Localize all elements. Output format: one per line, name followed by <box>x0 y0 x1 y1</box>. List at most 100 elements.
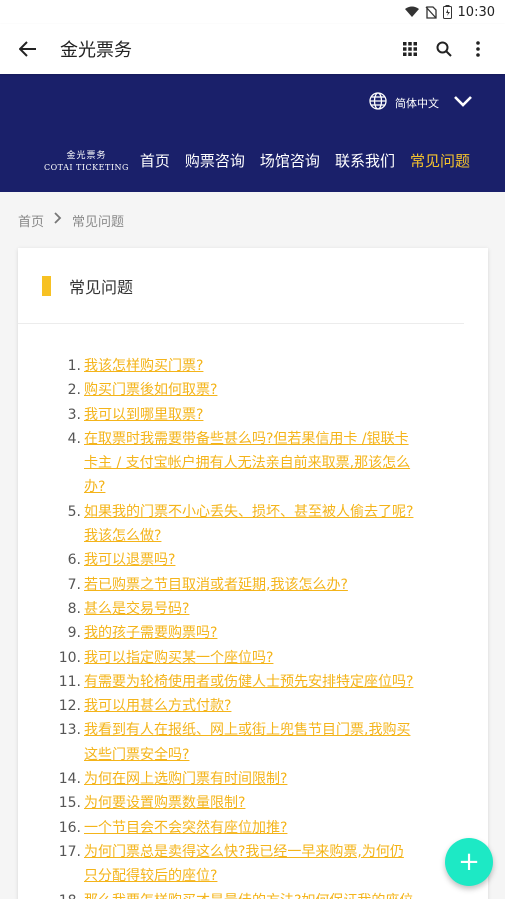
faq-item: 1. 我该怎样购买门票? <box>42 354 460 378</box>
faq-item-number: 9. <box>67 625 81 642</box>
faq-question-line: 办? <box>84 479 106 496</box>
site-header: 简体中文 金光票务 COTAI TICKETING 首页 购票咨询 场馆咨询 联… <box>0 74 505 192</box>
language-selector[interactable]: 简体中文 <box>369 92 473 113</box>
faq-item: 17. 为何门票总是卖得这么快?我已经一早来购票,为何仍 只分配得较后的座位? <box>42 840 460 889</box>
faq-item: 14. 为何在网上选购门票有时间限制? <box>42 767 460 791</box>
faq-question-line: 为何门票总是卖得这么快?我已经一早来购票,为何仍 <box>84 843 404 860</box>
faq-question-link[interactable]: 如果我的门票不小心丢失、损坏、甚至被人偷去了呢? 我该怎么做? <box>84 500 413 549</box>
faq-question-link[interactable]: 我的孩子需要购票吗? <box>84 621 217 645</box>
wifi-icon <box>404 6 419 18</box>
more-vert-icon[interactable] <box>461 32 495 66</box>
logo-zh: 金光票务 <box>66 151 107 161</box>
app-title: 金光票务 <box>60 40 132 61</box>
battery-icon <box>442 5 452 19</box>
faq-item: 9. 我的孩子需要购票吗? <box>42 621 460 645</box>
faq-question-line: 如果我的门票不小心丢失、损坏、甚至被人偷去了呢? <box>84 503 414 520</box>
nav-item-home[interactable]: 首页 <box>140 150 170 171</box>
faq-question-link[interactable]: 我可以退票吗? <box>84 548 175 572</box>
title-accent-bar <box>42 275 51 296</box>
faq-question-line: 我可以退票吗? <box>84 552 176 569</box>
breadcrumb-home[interactable]: 首页 <box>18 211 44 230</box>
faq-question-link[interactable]: 若已购票之节目取消或者延期,我该怎么办? <box>84 573 348 597</box>
faq-question-line: 为何在网上选购门票有时间限制? <box>84 771 288 788</box>
breadcrumb-current: 常见问题 <box>72 214 125 230</box>
nav-item-ticketing[interactable]: 购票咨询 <box>185 150 245 171</box>
faq-question-link[interactable]: 为何门票总是卖得这么快?我已经一早来购票,为何仍 只分配得较后的座位? <box>84 840 404 889</box>
faq-question-line: 那么我要怎样购买才是最佳的方法?如何保证我的座位 <box>84 893 413 899</box>
faq-question-link[interactable]: 为何要设置购票数量限制? <box>84 791 245 815</box>
faq-question-line: 我的孩子需要购票吗? <box>84 625 218 642</box>
language-label: 简体中文 <box>395 96 439 110</box>
faq-item: 13. 我看到有人在报纸、网上或街上兜售节目门票,我购买 这些门票安全吗? <box>42 718 460 767</box>
breadcrumb: 首页 常见问题 <box>0 192 505 248</box>
faq-item-number: 3. <box>67 406 81 423</box>
faq-item-number: 7. <box>67 576 81 593</box>
faq-question-link[interactable]: 在取票时我需要带备些甚么吗?但若果信用卡 /银联卡 卡主 / 支付宝帐户拥有人无法… <box>84 427 410 500</box>
chevron-down-icon <box>453 95 473 110</box>
faq-item-number: 14. <box>58 771 81 788</box>
search-icon[interactable] <box>427 32 461 66</box>
faq-question-link[interactable]: 我可以到哪里取票? <box>84 403 203 427</box>
faq-item: 12. 我可以用甚么方式付款? <box>42 694 460 718</box>
faq-question-link[interactable]: 甚么是交易号码? <box>84 597 189 621</box>
faq-question-line: 我看到有人在报纸、网上或街上兜售节目门票,我购买 <box>84 722 411 739</box>
grid-icon[interactable] <box>393 32 427 66</box>
faq-item-number: 10. <box>58 649 81 666</box>
faq-question-line: 这些门票安全吗? <box>84 746 190 763</box>
faq-item-number: 8. <box>67 600 81 617</box>
back-arrow-icon[interactable] <box>14 35 42 63</box>
nav-item-faq[interactable]: 常见问题 <box>410 150 470 171</box>
faq-question-link[interactable]: 那么我要怎样购买才是最佳的方法?如何保证我的座位 <box>84 889 413 899</box>
status-time: 10:30 <box>457 4 495 20</box>
nav-item-contact[interactable]: 联系我们 <box>335 150 395 171</box>
plus-icon: + <box>458 847 480 877</box>
faq-item-number: 15. <box>58 795 81 812</box>
faq-item: 15. 为何要设置购票数量限制? <box>42 791 460 815</box>
faq-question-link[interactable]: 我该怎样购买门票? <box>84 354 203 378</box>
chevron-right-icon <box>54 212 62 228</box>
app-bar: 金光票务 <box>0 24 505 74</box>
faq-question-line: 甚么是交易号码? <box>84 600 190 617</box>
faq-question-line: 有需要为轮椅使用者或伤健人士预先安排特定座位吗? <box>84 673 414 690</box>
add-fab-button[interactable]: + <box>445 838 493 886</box>
faq-item: 18.那么我要怎样购买才是最佳的方法?如何保证我的座位 <box>42 889 460 899</box>
faq-question-line: 购买门票後如何取票? <box>84 382 218 399</box>
faq-question-line: 一个节目会不会突然有座位加推? <box>84 819 288 836</box>
faq-item: 16. 一个节目会不会突然有座位加推? <box>42 816 460 840</box>
status-bar: 10:30 <box>0 0 505 24</box>
faq-item: 4. 在取票时我需要带备些甚么吗?但若果信用卡 /银联卡 卡主 / 支付宝帐户拥有人… <box>42 427 460 500</box>
faq-item: 6. 我可以退票吗? <box>42 548 460 572</box>
faq-question-line: 我可以到哪里取票? <box>84 406 204 423</box>
main-nav: 金光票务 COTAI TICKETING 首页 购票咨询 场馆咨询 联系我们 常… <box>44 148 475 172</box>
logo-en: COTAI TICKETING <box>44 163 129 172</box>
faq-title: 常见问题 <box>69 277 134 297</box>
faq-question-link[interactable]: 我看到有人在报纸、网上或街上兜售节目门票,我购买 这些门票安全吗? <box>84 718 410 767</box>
faq-question-link[interactable]: 一个节目会不会突然有座位加推? <box>84 816 287 840</box>
faq-item-number: 6. <box>67 552 81 569</box>
faq-question-line: 我可以用甚么方式付款? <box>84 698 232 715</box>
faq-question-link[interactable]: 我可以指定购买某一个座位吗? <box>84 646 273 670</box>
faq-question-line: 为何要设置购票数量限制? <box>84 795 246 812</box>
faq-question-line: 我该怎样购买门票? <box>84 358 204 374</box>
faq-question-line: 只分配得较后的座位? <box>84 868 218 885</box>
faq-question-link[interactable]: 有需要为轮椅使用者或伤健人士预先安排特定座位吗? <box>84 670 413 694</box>
faq-item-number: 12. <box>58 698 81 715</box>
faq-item: 10. 我可以指定购买某一个座位吗? <box>42 646 460 670</box>
faq-question-line: 我可以指定购买某一个座位吗? <box>84 649 274 666</box>
faq-item: 7. 若已购票之节目取消或者延期,我该怎么办? <box>42 573 460 597</box>
faq-question-link[interactable]: 为何在网上选购门票有时间限制? <box>84 767 287 791</box>
faq-question-line: 卡主 / 支付宝帐户拥有人无法亲自前来取票,那该怎么 <box>84 455 411 472</box>
faq-item-number: 1. <box>67 358 81 374</box>
nav-item-venue[interactable]: 场馆咨询 <box>260 150 320 171</box>
faq-question-link[interactable]: 我可以用甚么方式付款? <box>84 694 231 718</box>
faq-item: 3. 我可以到哪里取票? <box>42 403 460 427</box>
faq-item: 2. 购买门票後如何取票? <box>42 378 460 402</box>
faq-item: 8. 甚么是交易号码? <box>42 597 460 621</box>
faq-card: 常见问题 1. 我该怎样购买门票? 2. 购买门票後如何取票? 3. 我可以到哪里取票? 4… <box>18 248 488 899</box>
logo[interactable]: 金光票务 COTAI TICKETING <box>44 148 129 172</box>
faq-question-line: 在取票时我需要带备些甚么吗?但若果信用卡 /银联卡 <box>84 430 409 447</box>
faq-item-number: 17. <box>58 843 81 860</box>
no-sim-icon <box>425 5 437 19</box>
faq-question-link[interactable]: 购买门票後如何取票? <box>84 378 217 402</box>
faq-item-number: 16. <box>58 819 81 836</box>
